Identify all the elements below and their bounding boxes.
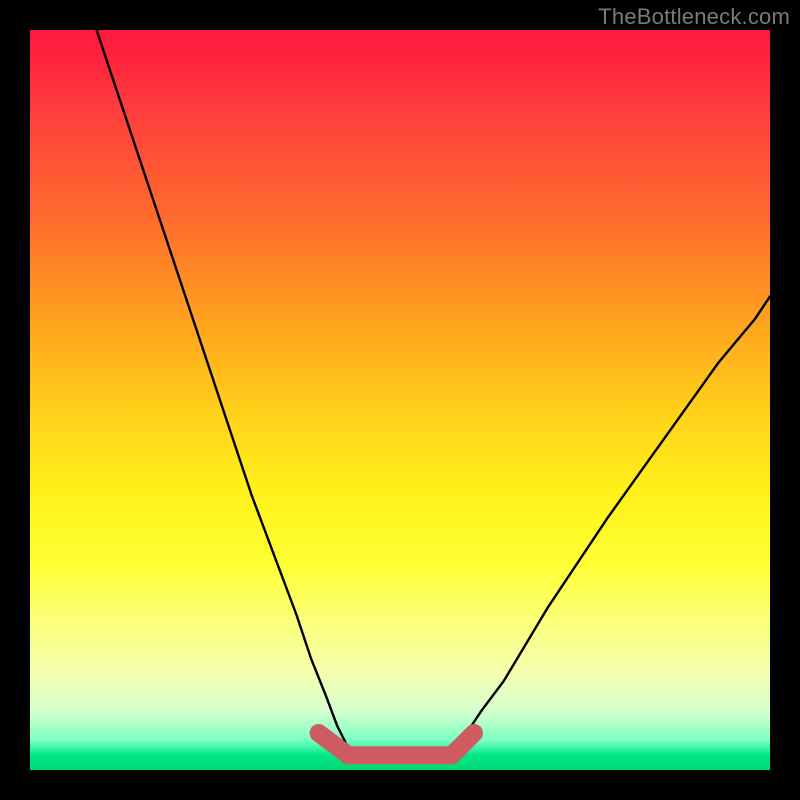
chart-frame: TheBottleneck.com xyxy=(0,0,800,800)
plot-area xyxy=(30,30,770,770)
chart-svg xyxy=(30,30,770,770)
watermark-text: TheBottleneck.com xyxy=(598,4,790,30)
curve-right-path xyxy=(452,296,770,747)
curve-left-path xyxy=(97,30,349,748)
